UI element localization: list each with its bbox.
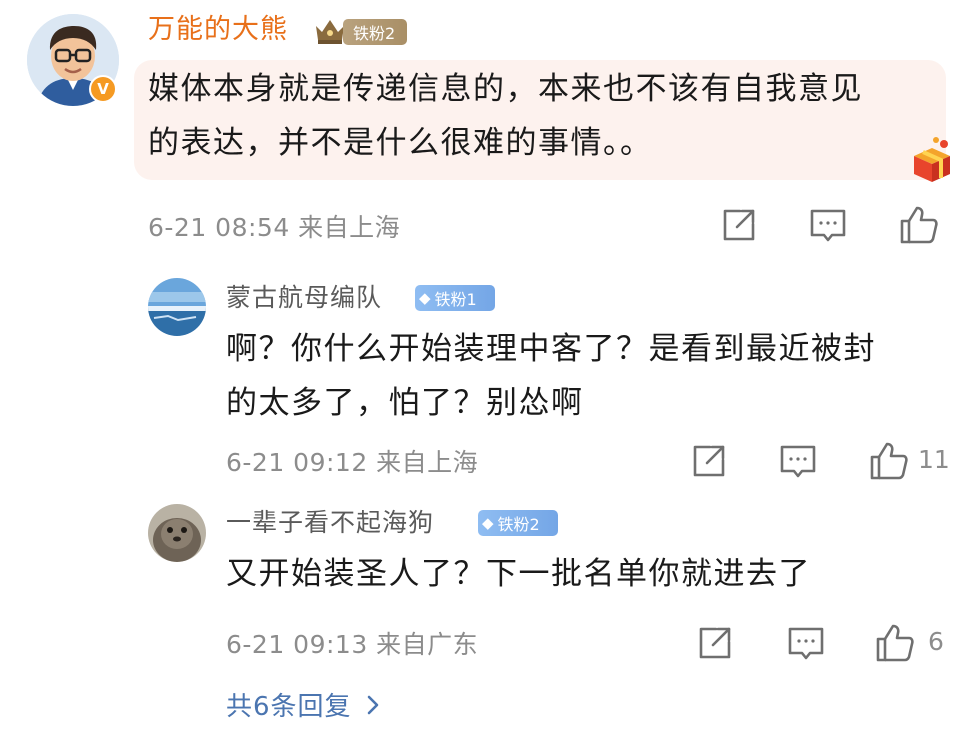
fan-badge: ◆ 铁粉1 [415,285,495,311]
fan-badge-label: 铁粉1 [434,290,477,309]
verified-badge-label: V [97,80,109,98]
like-icon[interactable] [868,440,910,482]
fan-badge-label: 铁粉2 [497,515,540,534]
chevron-right-icon [366,694,380,716]
reply-meta: 6-21 09:13 来自广东 [226,630,479,659]
more-replies-label: 共6条回复 [226,692,352,722]
share-icon[interactable] [690,442,728,480]
comment-text-line-2: 的表达，并不是什么很难的事情。。 [148,125,653,161]
reply-username[interactable]: 一辈子看不起海狗 [226,505,434,541]
gift-icon[interactable] [906,134,958,186]
comment-icon[interactable] [786,625,826,663]
like-icon[interactable] [898,204,940,246]
comment-icon[interactable] [808,207,848,245]
reply-username[interactable]: 蒙古航母编队 [226,280,382,316]
fan-badge-label: 铁粉2 [353,24,396,43]
reply-text-line-1: 又开始装圣人了？下一批名单你就进去了 [226,556,811,592]
comment-username[interactable]: 万能的大熊 [148,12,288,48]
share-icon[interactable] [696,624,734,662]
avatar[interactable] [148,278,206,336]
reply-meta: 6-21 09:12 来自上海 [226,448,479,477]
seal-avatar-icon [148,504,206,562]
fan-badge: 铁粉2 [343,19,407,45]
diamond-icon: ◆ [482,514,494,532]
share-icon[interactable] [720,206,758,244]
reply-text-line-1: 啊？你什么开始装理中客了？是看到最近被封 [226,331,876,367]
reply-text-line-2: 的太多了，怕了？别怂啊 [226,385,584,421]
diamond-icon: ◆ [419,289,431,307]
comment-icon[interactable] [778,443,818,481]
fan-badge: ◆ 铁粉2 [478,510,558,536]
like-count: 11 [918,445,950,474]
like-count: 6 [928,627,944,656]
sea-landscape-avatar-icon [148,278,206,336]
like-icon[interactable] [874,622,916,664]
comment-meta: 6-21 08:54 来自上海 [148,213,401,242]
verified-badge-icon: V [89,75,117,103]
comment-text-line-1: 媒体本身就是传递信息的，本来也不该有自我意见 [148,71,863,107]
more-replies-link[interactable]: 共6条回复 [226,686,380,723]
avatar[interactable] [148,504,206,562]
